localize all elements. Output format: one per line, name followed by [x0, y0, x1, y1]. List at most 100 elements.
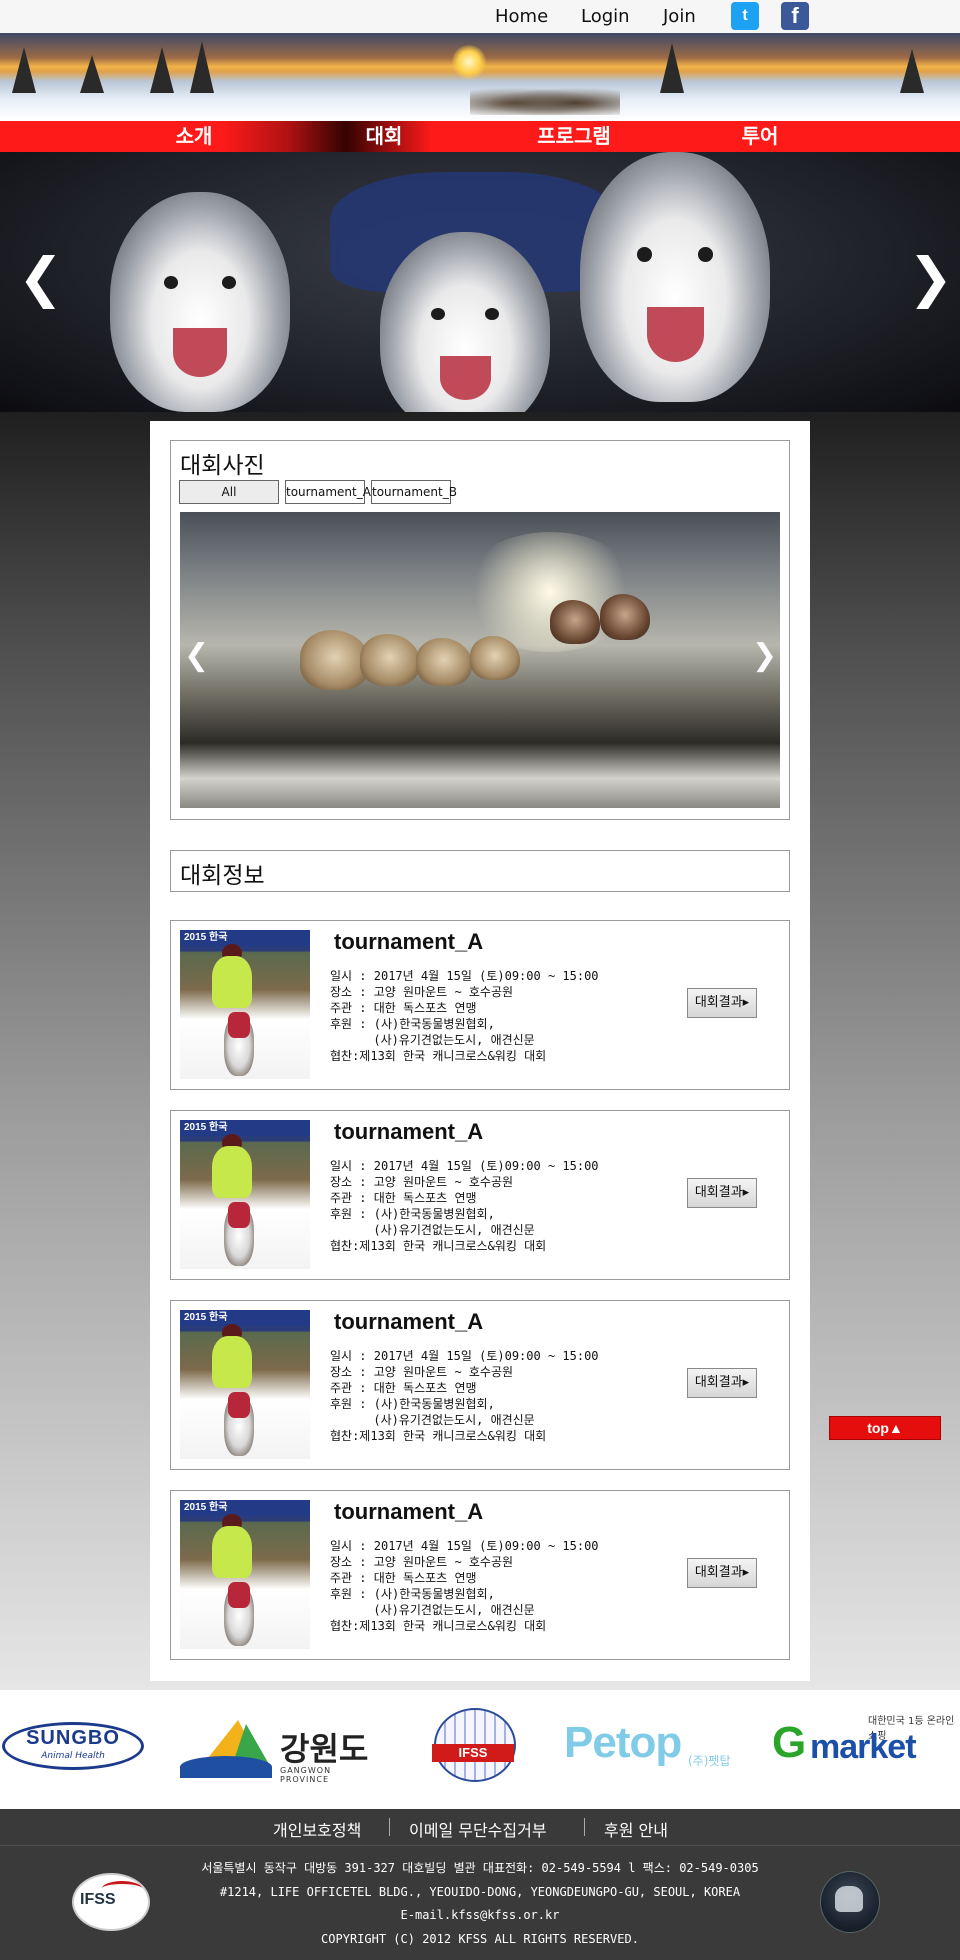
footer-address-en: #1214, LIFE OFFICETEL BLDG., YEOUIDO-DON…	[219, 1884, 741, 1899]
results-button[interactable]: 대회결과▸	[687, 1178, 757, 1208]
dog-figure	[416, 638, 472, 686]
detail-sponsor: 후원 : (사)한국동물병원협회,	[330, 1017, 495, 1031]
tree-decoration	[190, 41, 214, 93]
gangwon-logo[interactable]: 강원도 GANGWON PROVINCE	[180, 1720, 376, 1784]
gallery-next-arrow-icon[interactable]: ❯	[752, 638, 777, 673]
gmarket-g: G	[772, 1718, 807, 1767]
detail-place: 장소 : 고양 원마운트 ~ 호수공원	[330, 1365, 514, 1379]
kfss-footer-logo	[820, 1871, 880, 1933]
detail-host: 주관 : 대한 독스포츠 연맹	[330, 1571, 477, 1585]
gallery-section: 대회사진 All tournament_A tournament_B ❮ ❯	[170, 440, 790, 820]
menu-item-tournament[interactable]: 대회	[324, 121, 444, 152]
footer-divider	[584, 1818, 585, 1836]
petop-name: Petop	[564, 1718, 682, 1767]
husky-image	[580, 152, 770, 402]
gangwon-name: 강원도	[280, 1730, 369, 1768]
footer: 개인보호정책 이메일 무단수집거부 후원 안내 IFSS 서울특별시 동작구 대…	[0, 1809, 960, 1960]
privacy-policy-link[interactable]: 개인보호정책	[273, 1817, 361, 1841]
detail-sponsor-2: (사)유기견없는도시, 애견신문	[330, 1033, 535, 1047]
donation-info-link[interactable]: 후원 안내	[604, 1817, 668, 1841]
sungbo-logo[interactable]: SUNGBO Animal Health	[2, 1722, 144, 1770]
detail-host: 주관 : 대한 독스포츠 연맹	[330, 1191, 477, 1205]
detail-host: 주관 : 대한 독스포츠 연맹	[330, 1001, 477, 1015]
results-button[interactable]: 대회결과▸	[687, 1368, 757, 1398]
tournament-thumbnail: 2015 한국	[180, 1120, 310, 1269]
dog-figure	[360, 634, 420, 686]
sponsor-logos: SUNGBO Animal Health 강원도 GANGWON PROVINC…	[0, 1690, 960, 1809]
card-title: tournament_A	[334, 929, 484, 954]
detail-place: 장소 : 고양 원마운트 ~ 호수공원	[330, 1175, 514, 1189]
sungbo-sub: Animal Health	[41, 1751, 105, 1761]
thumb-banner: 2015 한국	[180, 1120, 310, 1136]
join-link[interactable]: Join	[663, 4, 696, 30]
detail-date: 일시 : 2017년 4월 15일 (토)09:00 ~ 15:00	[330, 1159, 599, 1173]
detail-date: 일시 : 2017년 4월 15일 (토)09:00 ~ 15:00	[330, 969, 599, 983]
thumb-banner: 2015 한국	[180, 1310, 310, 1326]
thumb-banner: 2015 한국	[180, 1500, 310, 1516]
tree-decoration	[660, 43, 684, 93]
card-details: 일시 : 2017년 4월 15일 (토)09:00 ~ 15:00 장소 : …	[330, 1348, 599, 1444]
gmarket-logo[interactable]: 대한민국 1등 온라인 쇼핑 G market	[772, 1712, 956, 1772]
detail-place: 장소 : 고양 원마운트 ~ 호수공원	[330, 1555, 514, 1569]
detail-support: 협찬:제13회 한국 캐니크로스&워킹 대회	[330, 1429, 547, 1443]
detail-sponsor: 후원 : (사)한국동물병원협회,	[330, 1397, 495, 1411]
sungbo-name: SUNGBO	[26, 1727, 120, 1749]
detail-sponsor: 후원 : (사)한국동물병원협회,	[330, 1587, 495, 1601]
petop-sub: (주)펫탑	[688, 1754, 731, 1768]
info-section-header: 대회정보	[170, 850, 790, 892]
tab-all[interactable]: All	[179, 480, 279, 504]
facebook-icon[interactable]: f	[781, 2, 809, 30]
tournament-card: 2015 한국 tournament_A 일시 : 2017년 4월 15일 (…	[170, 1300, 790, 1470]
gallery-photo: ❮ ❯	[180, 512, 780, 808]
tab-tournament-b[interactable]: tournament_B	[371, 480, 457, 504]
footer-links: 개인보호정책 이메일 무단수집거부 후원 안내	[0, 1809, 960, 1846]
detail-support: 협찬:제13회 한국 캐니크로스&워킹 대회	[330, 1619, 547, 1633]
hero-next-arrow-icon[interactable]: ❯	[908, 248, 953, 308]
tournament-card: 2015 한국 tournament_A 일시 : 2017년 4월 15일 (…	[170, 1110, 790, 1280]
dog-figure	[550, 600, 600, 644]
tree-decoration	[12, 47, 36, 93]
detail-sponsor-2: (사)유기견없는도시, 애견신문	[330, 1223, 535, 1237]
info-title: 대회정보	[180, 863, 265, 889]
email-refusal-link[interactable]: 이메일 무단수집거부	[409, 1817, 547, 1841]
petop-logo[interactable]: Petop (주)펫탑	[562, 1718, 738, 1776]
ifss-name: IFSS	[432, 1744, 514, 1762]
home-link[interactable]: Home	[495, 4, 548, 30]
footer-copyright: COPYRIGHT (C) 2012 KFSS ALL RIGHTS RESER…	[321, 1931, 639, 1946]
menu-item-program[interactable]: 프로그램	[514, 121, 634, 152]
footer-email: E-mail.kfss@kfss.or.kr	[400, 1908, 560, 1922]
card-details: 일시 : 2017년 4월 15일 (토)09:00 ~ 15:00 장소 : …	[330, 1158, 599, 1254]
gallery-prev-arrow-icon[interactable]: ❮	[184, 638, 209, 673]
twitter-icon[interactable]: t	[731, 2, 759, 30]
tournament-thumbnail: 2015 한국	[180, 1310, 310, 1459]
ifss-logo[interactable]: IFSS	[428, 1708, 518, 1782]
menu-item-tour[interactable]: 투어	[700, 121, 820, 152]
gallery-title: 대회사진	[180, 453, 265, 479]
back-to-top-button[interactable]: top▲	[829, 1416, 941, 1440]
header-banner-image	[0, 33, 960, 121]
footer-divider	[389, 1818, 390, 1836]
detail-host: 주관 : 대한 독스포츠 연맹	[330, 1381, 477, 1395]
top-bar: Home Login Join t f	[0, 0, 960, 33]
sun-decoration	[452, 45, 486, 79]
detail-date: 일시 : 2017년 4월 15일 (토)09:00 ~ 15:00	[330, 1349, 599, 1363]
dog-figure	[600, 594, 650, 640]
detail-sponsor-2: (사)유기견없는도시, 애견신문	[330, 1603, 535, 1617]
gangwon-sub: GANGWON PROVINCE	[280, 1766, 332, 1784]
results-button[interactable]: 대회결과▸	[687, 988, 757, 1018]
card-title: tournament_A	[334, 1499, 484, 1524]
tab-tournament-a[interactable]: tournament_A	[285, 480, 371, 504]
tournament-card: 2015 한국 tournament_A 일시 : 2017년 4월 15일 (…	[170, 920, 790, 1090]
tournament-thumbnail: 2015 한국	[180, 1500, 310, 1649]
login-link[interactable]: Login	[581, 4, 630, 30]
thumb-banner: 2015 한국	[180, 930, 310, 946]
tree-decoration	[900, 49, 924, 93]
results-button[interactable]: 대회결과▸	[687, 1558, 757, 1588]
main-menu: 소개 대회 프로그램 투어	[0, 121, 960, 152]
menu-item-about[interactable]: 소개	[134, 121, 254, 152]
card-details: 일시 : 2017년 4월 15일 (토)09:00 ~ 15:00 장소 : …	[330, 1538, 599, 1634]
detail-support: 협찬:제13회 한국 캐니크로스&워킹 대회	[330, 1049, 547, 1063]
footer-info: 서울특별시 동작구 대방동 391-327 대호빌딩 별관 대표전화: 02-5…	[0, 1857, 960, 1951]
hero-prev-arrow-icon[interactable]: ❮	[18, 248, 63, 308]
detail-support: 협찬:제13회 한국 캐니크로스&워킹 대회	[330, 1239, 547, 1253]
